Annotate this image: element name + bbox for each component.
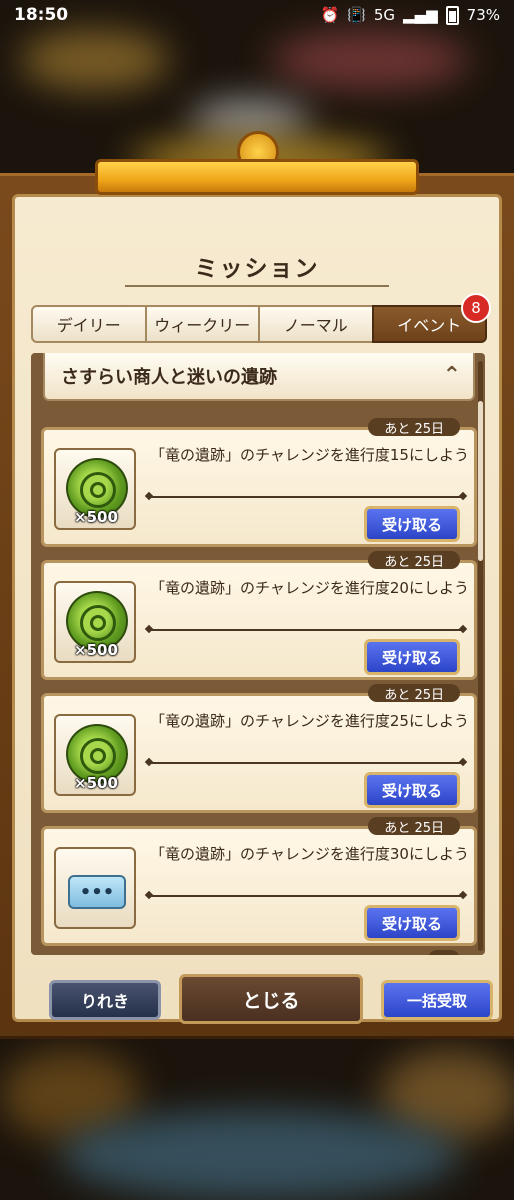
- title-divider: [125, 285, 389, 287]
- status-time: 18:50: [14, 5, 69, 25]
- mission-description: 「竜の遺跡」のチャレンジを進行度15にしよう: [150, 446, 469, 464]
- remaining-time: あと 25日: [368, 418, 460, 437]
- reward-item: ×500: [54, 581, 136, 663]
- dialog-panel: ミッション デイリー ウィークリー ノーマル イベント 8 さすらい商人と迷いの…: [12, 194, 502, 1024]
- mission-card: あと 25日 ×500 「竜の遺跡」のチャレンジを進行度25にしよう 受け取る: [41, 684, 477, 813]
- mission-list[interactable]: さすらい商人と迷いの遺跡 ⌃ あと 25日 ×500 「竜の遺跡」のチャレンジを…: [31, 353, 485, 955]
- tab-event[interactable]: イベント 8: [371, 293, 491, 343]
- mission-card: あと 25日 ×500 「竜の遺跡」のチャレンジを進行度15にしよう 受け取る: [41, 418, 477, 547]
- mission-progress-line: [148, 762, 464, 764]
- reward-item: ×500: [54, 714, 136, 796]
- remaining-time: あと 25日: [368, 684, 460, 703]
- mission-progress-line: [148, 496, 464, 498]
- claim-button[interactable]: 受け取る: [364, 772, 460, 808]
- claim-button[interactable]: 受け取る: [364, 506, 460, 542]
- alarm-icon: ⏰: [320, 6, 340, 24]
- list-scrollbar[interactable]: [478, 361, 483, 951]
- reward-item: ×500: [54, 448, 136, 530]
- mission-card: あと 25日 ×500 「竜の遺跡」のチャレンジを進行度20にしよう 受け取る: [41, 551, 477, 680]
- vibrate-icon: 📳: [347, 6, 366, 24]
- mission-description: 「竜の遺跡」のチャレンジを進行度20にしよう: [150, 579, 469, 597]
- reward-quantity: ×500: [74, 641, 118, 659]
- battery-percent: 73%: [466, 6, 500, 24]
- ticket-icon: •••: [68, 875, 126, 909]
- claim-all-button[interactable]: 一括受取: [381, 980, 493, 1020]
- tab-weekly[interactable]: ウィークリー: [144, 305, 260, 343]
- collapse-chevron-icon[interactable]: ⌃: [443, 363, 461, 388]
- close-button[interactable]: とじる: [179, 974, 363, 1024]
- remaining-time: あと 25日: [368, 817, 460, 836]
- status-icons: ⏰ 📳 5G ▂▄▆ 73%: [320, 5, 500, 25]
- remaining-time: あと 25日: [368, 551, 460, 570]
- mission-tabs: デイリー ウィークリー ノーマル イベント 8: [31, 293, 491, 343]
- mission-dialog: ミッション デイリー ウィークリー ノーマル イベント 8 さすらい商人と迷いの…: [0, 131, 514, 1039]
- event-section-header[interactable]: さすらい商人と迷いの遺跡 ⌃: [43, 353, 475, 401]
- dialog-title: ミッション: [194, 256, 320, 282]
- mission-card: あと 25日 ••• 「竜の遺跡」のチャレンジを進行度30にしよう 受け取る: [41, 817, 477, 946]
- claim-button[interactable]: 受け取る: [364, 905, 460, 941]
- mission-progress-line: [148, 629, 464, 631]
- scrollbar-thumb[interactable]: [478, 401, 483, 561]
- notification-badge: 8: [461, 293, 491, 323]
- ornament-bar: [95, 159, 419, 195]
- claim-button[interactable]: 受け取る: [364, 639, 460, 675]
- tab-daily[interactable]: デイリー: [31, 305, 147, 343]
- mission-progress-line: [148, 895, 464, 897]
- dialog-crown-ornament: [87, 131, 427, 195]
- tab-normal[interactable]: ノーマル: [258, 305, 374, 343]
- reward-quantity: ×500: [74, 508, 118, 526]
- tab-event-label: イベント: [397, 316, 462, 335]
- signal-icon: ▂▄▆: [403, 6, 438, 24]
- event-section-title: さすらい商人と迷いの遺跡: [61, 367, 277, 388]
- mission-description: 「竜の遺跡」のチャレンジを進行度30にしよう: [150, 845, 469, 863]
- network-label: 5G: [373, 6, 396, 24]
- reward-quantity: ×500: [74, 774, 118, 792]
- history-button[interactable]: りれき: [49, 980, 161, 1020]
- status-bar: 18:50 ⏰ 📳 5G ▂▄▆ 73%: [0, 0, 514, 30]
- reward-item: •••: [54, 847, 136, 929]
- remaining-time: [428, 950, 460, 955]
- battery-icon: [445, 5, 459, 25]
- mission-description: 「竜の遺跡」のチャレンジを進行度25にしよう: [150, 712, 469, 730]
